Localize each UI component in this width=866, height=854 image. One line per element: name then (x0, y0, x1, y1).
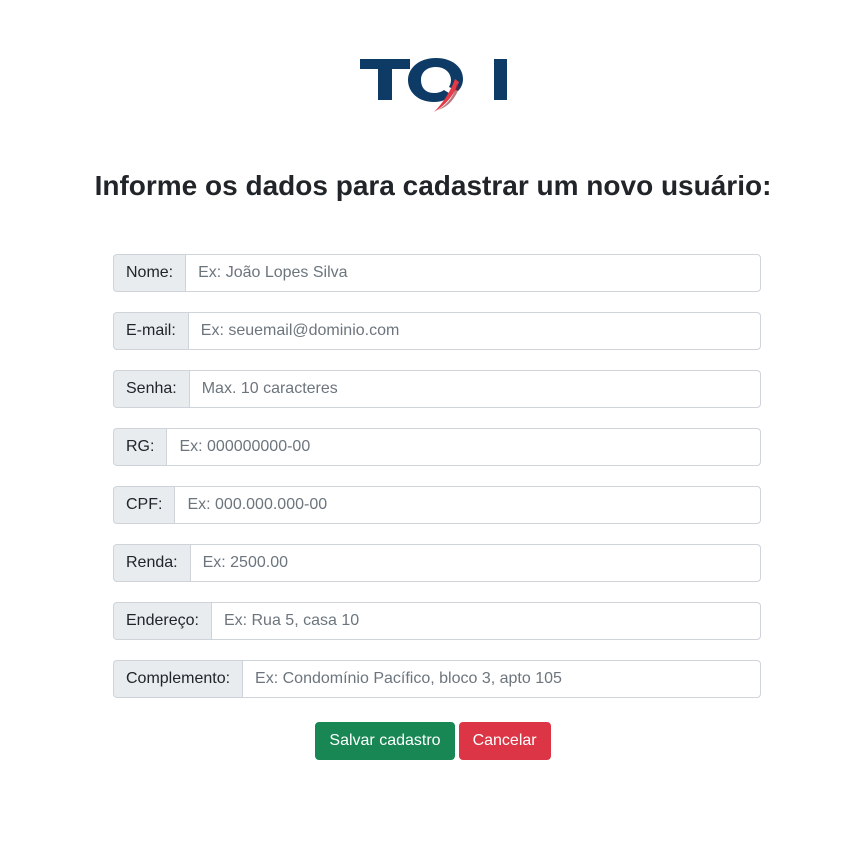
rg-field[interactable] (166, 428, 761, 466)
name-field[interactable] (185, 254, 761, 292)
email-label: E-mail: (113, 312, 188, 350)
rg-label: RG: (113, 428, 167, 466)
income-input-group: Renda: (113, 544, 761, 582)
form-actions: Salvar cadastro Cancelar (0, 722, 866, 760)
address-label: Endereço: (113, 602, 211, 640)
complement-input-group: Complemento: (113, 660, 761, 698)
address-field[interactable] (210, 602, 761, 640)
cancel-button[interactable]: Cancelar (458, 722, 551, 760)
rg-input-group: RG: (113, 428, 761, 466)
address-input-group: Endereço: (113, 602, 761, 640)
save-button[interactable]: Salvar cadastro (315, 722, 455, 760)
income-field[interactable] (189, 544, 761, 582)
tqi-logo (358, 52, 512, 116)
registration-form: Nome: E-mail: Senha: RG: CPF: Renda: End… (113, 254, 761, 718)
name-label: Nome: (113, 254, 186, 292)
complement-field[interactable] (242, 660, 761, 698)
tqi-logo-graphic (360, 58, 507, 112)
cpf-input-group: CPF: (113, 486, 761, 524)
page-title: Informe os dados para cadastrar um novo … (94, 170, 772, 201)
email-input-group: E-mail: (113, 312, 761, 350)
email-field[interactable] (187, 312, 761, 350)
income-label: Renda: (113, 544, 190, 582)
name-input-group: Nome: (113, 254, 761, 292)
complement-label: Complemento: (113, 660, 243, 698)
password-label: Senha: (113, 370, 189, 408)
cpf-label: CPF: (113, 486, 175, 524)
password-input-group: Senha: (113, 370, 761, 408)
page: Informe os dados para cadastrar um novo … (0, 0, 866, 854)
cpf-field[interactable] (174, 486, 761, 524)
password-field[interactable] (188, 370, 761, 408)
